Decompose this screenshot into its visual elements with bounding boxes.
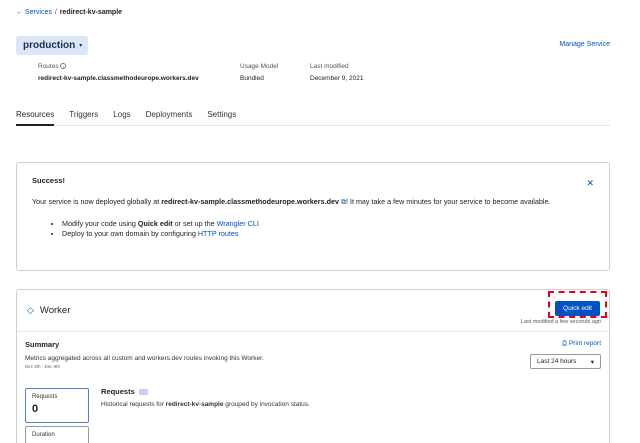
alert-body: Your service is now deployed globally at… bbox=[32, 197, 587, 209]
alert-title: Success! bbox=[32, 176, 65, 185]
list-item: Deploy to your own domain by configuring… bbox=[62, 229, 594, 240]
duration-metric-label: Duration bbox=[32, 432, 55, 438]
breadcrumb-separator: / bbox=[54, 9, 57, 16]
close-icon[interactable]: ✕ bbox=[586, 178, 594, 189]
breadcrumb: ← Services / redirect-kv-sample bbox=[16, 9, 122, 16]
manage-service-link[interactable]: Manage Service bbox=[559, 41, 610, 48]
requests-metric-tab[interactable]: Requests 0 bbox=[25, 388, 89, 423]
alert-body-suffix: ! It may take a few minutes for your ser… bbox=[345, 197, 551, 206]
services-link[interactable]: ← Services bbox=[16, 9, 52, 16]
worker-title: ◇ Worker bbox=[27, 305, 70, 316]
tab-bar: Resources Triggers Logs Deployments Sett… bbox=[16, 106, 610, 126]
rdesc-text: grouped by invocation status. bbox=[223, 401, 310, 408]
services-link-label: Services bbox=[25, 9, 52, 16]
alert-bullets: Modify your code using Quick edit or set… bbox=[32, 219, 594, 240]
bullet-text: Modify your code using bbox=[62, 218, 138, 228]
summary-title: Summary bbox=[25, 340, 60, 349]
duration-metric-tab[interactable]: Duration bbox=[25, 426, 89, 443]
requests-panel-title-text: Requests bbox=[101, 387, 135, 396]
deployed-domain: redirect-kv-sample.classmethodeurope.wor… bbox=[161, 197, 339, 206]
routes-label: Routes bbox=[38, 63, 59, 70]
requests-panel: Requests Historical requests for redirec… bbox=[101, 387, 310, 408]
print-report-link[interactable]: ⎙ Print report bbox=[562, 340, 601, 348]
usage-model-label: Usage Model bbox=[240, 63, 279, 70]
list-item: Modify your code using Quick edit or set… bbox=[62, 219, 594, 230]
rdesc-bold: redirect-kv-sample bbox=[165, 401, 224, 408]
last-modified-value: December 9, 2021 bbox=[310, 75, 364, 82]
http-routes-link[interactable]: HTTP routes bbox=[198, 229, 239, 238]
time-range-value: Last 24 hours bbox=[537, 358, 577, 365]
quick-edit-highlight: Quick edit bbox=[548, 291, 607, 318]
worker-header: ◇ Worker Quick edit Last modified a few … bbox=[17, 290, 609, 332]
summary-description: Metrics aggregated across all custom and… bbox=[25, 355, 264, 362]
beta-badge-icon bbox=[138, 388, 148, 395]
summary-dates: Dec 8th - Dec 9th bbox=[25, 364, 61, 369]
routes-value: redirect-kv-sample.classmethodeurope.wor… bbox=[38, 75, 199, 82]
bullet-text: or set up the bbox=[172, 218, 217, 228]
success-alert: Success! ✕ Your service is now deployed … bbox=[16, 162, 610, 271]
summary-section: Summary Metrics aggregated across all cu… bbox=[17, 332, 609, 377]
worker-last-modified: Last modified a few seconds ago bbox=[520, 319, 601, 325]
time-range-select[interactable]: Last 24 hours ▾ bbox=[530, 354, 601, 369]
print-report-label: Print report bbox=[568, 340, 601, 347]
tab-settings[interactable]: Settings bbox=[207, 106, 236, 126]
environment-select[interactable]: production ▾ bbox=[16, 36, 88, 55]
usage-model-value: Bundled bbox=[240, 75, 264, 82]
back-arrow-icon: ← bbox=[16, 9, 23, 16]
tab-triggers[interactable]: Triggers bbox=[69, 106, 98, 126]
alert-body-text: Your service is now deployed globally at bbox=[32, 197, 162, 206]
chevron-down-icon: ▾ bbox=[590, 358, 594, 366]
tab-resources[interactable]: Resources bbox=[16, 106, 55, 126]
environment-select-value: production bbox=[23, 40, 76, 51]
usage-model-meta: Usage Model Bundled bbox=[240, 63, 278, 82]
worker-card: ◇ Worker Quick edit Last modified a few … bbox=[16, 289, 610, 443]
breadcrumb-current: redirect-kv-sample bbox=[59, 9, 123, 16]
info-icon[interactable]: i bbox=[60, 63, 67, 70]
chevron-down-icon: ▾ bbox=[79, 43, 83, 49]
requests-panel-title: Requests bbox=[101, 387, 310, 396]
tab-deployments[interactable]: Deployments bbox=[146, 106, 193, 126]
routes-meta: Routes i redirect-kv-sample.classmethode… bbox=[38, 63, 199, 82]
rdesc-text: Historical requests for bbox=[101, 401, 166, 408]
printer-icon: ⎙ bbox=[561, 340, 568, 347]
worker-title-label: Worker bbox=[39, 305, 71, 316]
worker-icon: ◇ bbox=[27, 305, 34, 315]
last-modified-meta: Last modified December 9, 2021 bbox=[310, 63, 363, 82]
bullet-text: Deploy to your own domain by configuring bbox=[62, 229, 198, 238]
requests-metric-label: Requests bbox=[32, 394, 58, 400]
quick-edit-button[interactable]: Quick edit bbox=[555, 301, 600, 316]
last-modified-label: Last modified bbox=[310, 63, 349, 70]
wrangler-cli-link[interactable]: Wrangler CLI bbox=[217, 219, 259, 228]
tab-logs[interactable]: Logs bbox=[113, 106, 130, 126]
requests-panel-description: Historical requests for redirect-kv-samp… bbox=[101, 401, 310, 408]
bullet-bold: Quick edit bbox=[137, 218, 173, 228]
requests-metric-value: 0 bbox=[32, 403, 39, 415]
